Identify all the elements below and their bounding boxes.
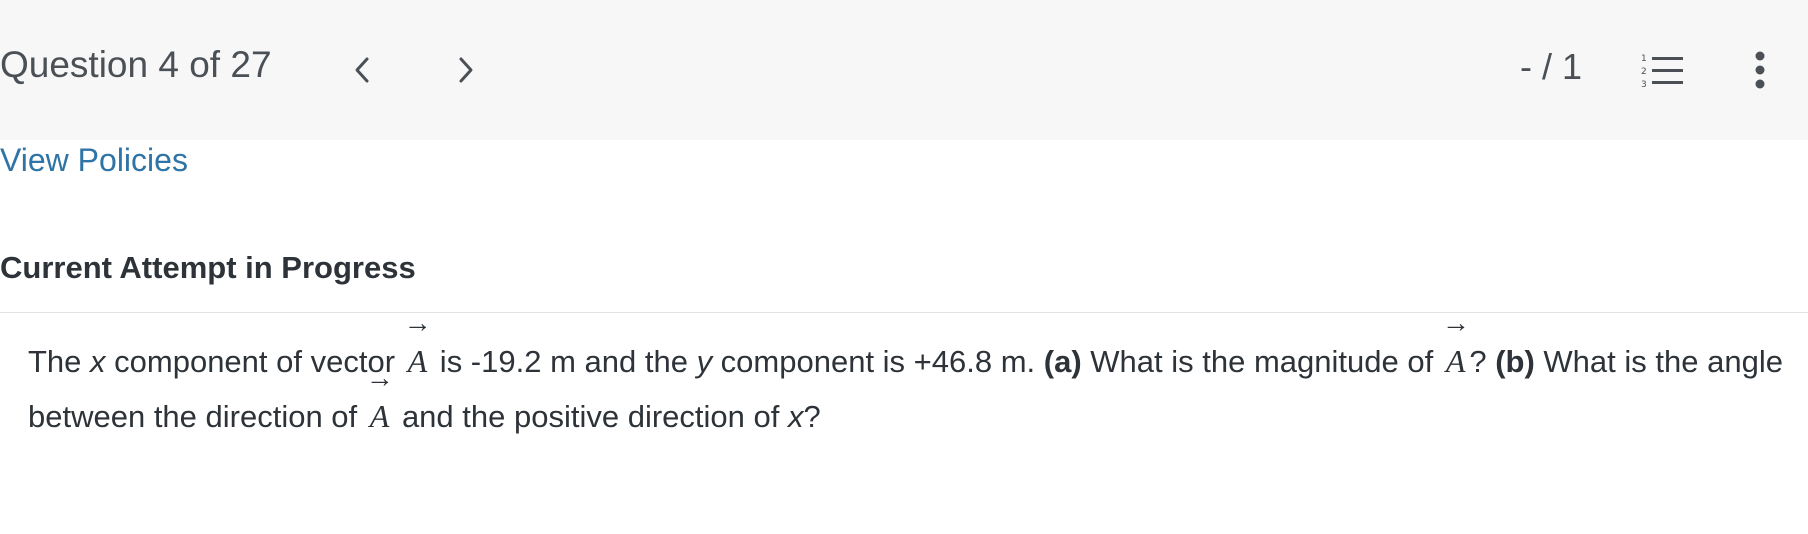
question-text-part: component is +46.8 m. xyxy=(712,344,1044,379)
question-text-part: and the positive direction of xyxy=(393,399,788,434)
chevron-right-icon xyxy=(459,57,473,83)
question-text: The x component of vector → A is -19.2 m … xyxy=(28,310,1798,444)
question-header: Question 4 of 27 - / 1 1 2 3 xyxy=(0,0,1808,140)
previous-question-button[interactable] xyxy=(342,50,382,90)
section-divider xyxy=(0,312,1808,313)
question-text-part: The xyxy=(28,344,91,379)
question-text-part: What is the magnitude of xyxy=(1081,344,1442,379)
vector-arrow: → xyxy=(1441,308,1470,339)
vector-symbol: A xyxy=(407,343,428,379)
part-a-label: (a) xyxy=(1043,344,1082,379)
score-display: - / 1 xyxy=(1519,46,1582,87)
vector-a: → A xyxy=(366,365,394,443)
question-text-part: is -19.2 m and the xyxy=(431,344,697,379)
numbered-list-icon: 1 2 3 xyxy=(1641,54,1683,90)
attempt-heading: Current Attempt in Progress xyxy=(0,250,416,285)
vector-arrow: → xyxy=(403,308,432,339)
svg-text:3: 3 xyxy=(1641,80,1647,90)
next-question-button[interactable] xyxy=(446,50,486,90)
vector-a: → A xyxy=(404,310,432,388)
more-options-button[interactable] xyxy=(1742,48,1778,92)
variable-y: y xyxy=(696,344,713,379)
question-text-part: ? xyxy=(1469,344,1496,379)
question-text-part: component of vector xyxy=(105,344,404,379)
vector-a: → A xyxy=(1442,310,1470,388)
variable-x: x xyxy=(787,399,804,434)
question-counter: Question 4 of 27 xyxy=(0,44,272,85)
part-b-label: (b) xyxy=(1495,344,1535,379)
vector-symbol: A xyxy=(1445,343,1466,379)
svg-text:2: 2 xyxy=(1641,67,1647,77)
more-vertical-icon xyxy=(1755,51,1765,89)
chevron-left-icon xyxy=(355,57,369,83)
vector-arrow: → xyxy=(365,363,394,394)
variable-x: x xyxy=(90,344,106,379)
question-text-part: ? xyxy=(803,399,821,434)
svg-text:1: 1 xyxy=(1641,54,1647,64)
vector-symbol: A xyxy=(369,398,390,434)
view-policies-link[interactable]: View Policies xyxy=(0,142,188,179)
question-list-button[interactable]: 1 2 3 xyxy=(1640,52,1686,90)
